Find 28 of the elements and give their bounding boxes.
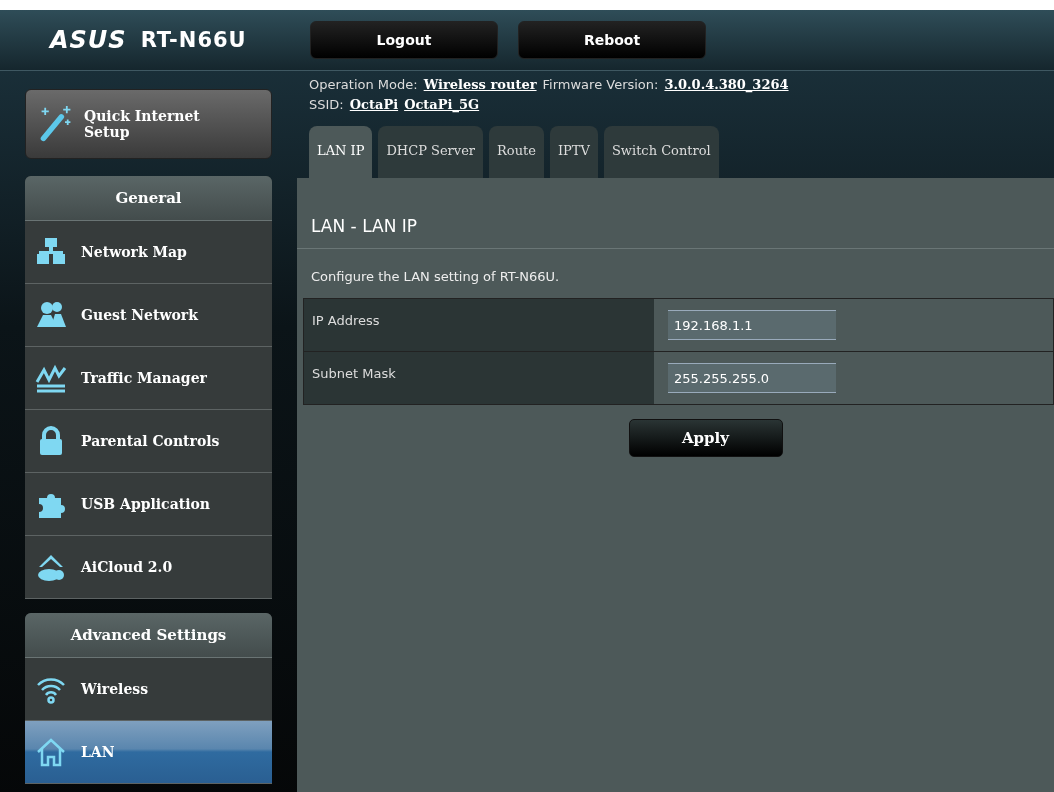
tab[interactable]: IPTV [550, 126, 598, 178]
firmware-link[interactable]: 3.0.0.4.380_3264 [664, 77, 789, 92]
ssid-link[interactable]: OctaPi_5G [404, 97, 480, 112]
page-title: LAN - LAN IP [297, 178, 1054, 249]
asus-logo: ASUS [50, 26, 127, 54]
apply-button[interactable]: Apply [628, 419, 783, 457]
house-icon [35, 736, 67, 768]
tab[interactable]: Switch Control [603, 126, 719, 178]
page-description: Configure the LAN setting of RT-N66U. [310, 268, 561, 286]
model-name: RT-N66U [140, 28, 247, 52]
field-label: Subnet Mask [304, 352, 654, 404]
input-field[interactable]: 192.168.1.1 [668, 310, 836, 340]
tab[interactable]: DHCP Server [378, 126, 484, 178]
tab[interactable]: LAN IP [309, 126, 373, 178]
field-label: IP Address [304, 299, 654, 351]
input-field[interactable]: 255.255.255.0 [668, 363, 836, 393]
quick-setup-button[interactable]: Quick Internet Setup [25, 89, 272, 159]
ssid-link[interactable]: OctaPi [349, 97, 399, 112]
tab[interactable]: Route [489, 126, 544, 178]
ssid-label: SSID: [309, 97, 344, 112]
menu-item[interactable]: LAN [25, 721, 272, 784]
operation-mode-link[interactable]: Wireless router [423, 77, 537, 92]
firmware-label: Firmware Version: [542, 77, 659, 92]
header-button[interactable]: Reboot [518, 21, 706, 59]
menu-section-title: General [25, 176, 272, 221]
menu-section-title: Advanced Settings [25, 613, 272, 658]
operation-mode-label: Operation Mode: [309, 77, 418, 92]
header-button[interactable]: Logout [310, 21, 498, 59]
